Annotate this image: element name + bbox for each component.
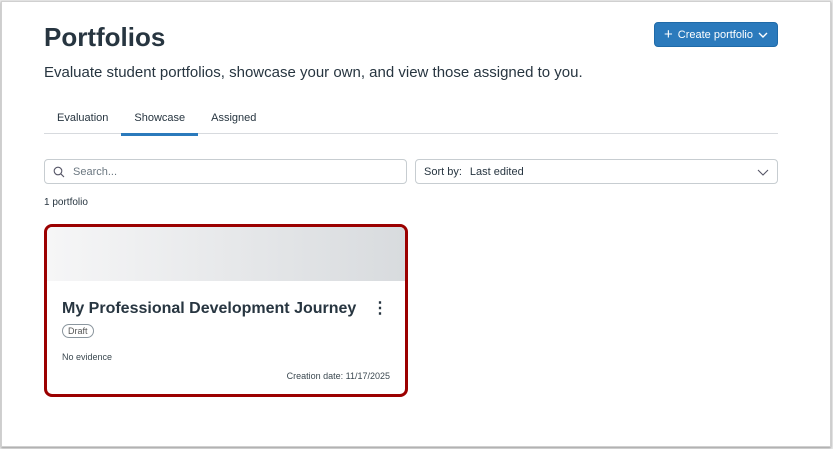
create-portfolio-button[interactable]: + Create portfolio xyxy=(654,22,778,47)
portfolio-count: 1 portfolio xyxy=(44,197,88,208)
more-options-icon[interactable]: ⋮ xyxy=(372,301,388,317)
search-input[interactable] xyxy=(71,164,375,179)
chevron-down-icon xyxy=(757,169,769,176)
tab-assigned[interactable]: Assigned xyxy=(198,109,269,133)
sort-label: Sort by: xyxy=(424,165,462,178)
plus-icon: + xyxy=(664,26,673,43)
tab-evaluation[interactable]: Evaluation xyxy=(44,109,121,133)
portfolio-tabs: Evaluation Showcase Assigned xyxy=(44,109,778,136)
card-banner xyxy=(47,227,405,281)
portfolios-window: Portfolios Evaluate student portfolios, … xyxy=(1,1,831,447)
evidence-text: No evidence xyxy=(62,352,113,362)
page-title: Portfolios xyxy=(44,22,166,52)
search-field[interactable] xyxy=(44,159,407,184)
sort-select[interactable]: Sort by: Last edited xyxy=(415,159,778,184)
create-portfolio-label: Create portfolio xyxy=(677,28,753,41)
card-title[interactable]: My Professional Development Journey xyxy=(62,300,356,318)
chevron-down-icon xyxy=(758,32,768,38)
page-subtitle: Evaluate student portfolios, showcase yo… xyxy=(44,64,583,81)
search-icon xyxy=(53,166,65,177)
creation-date: Creation date: 11/17/2025 xyxy=(286,371,390,381)
portfolio-card[interactable]: My Professional Development Journey ⋮ Dr… xyxy=(44,224,408,397)
sort-value: Last edited xyxy=(469,165,524,178)
tab-showcase[interactable]: Showcase xyxy=(121,109,199,136)
status-badge: Draft xyxy=(62,324,94,338)
